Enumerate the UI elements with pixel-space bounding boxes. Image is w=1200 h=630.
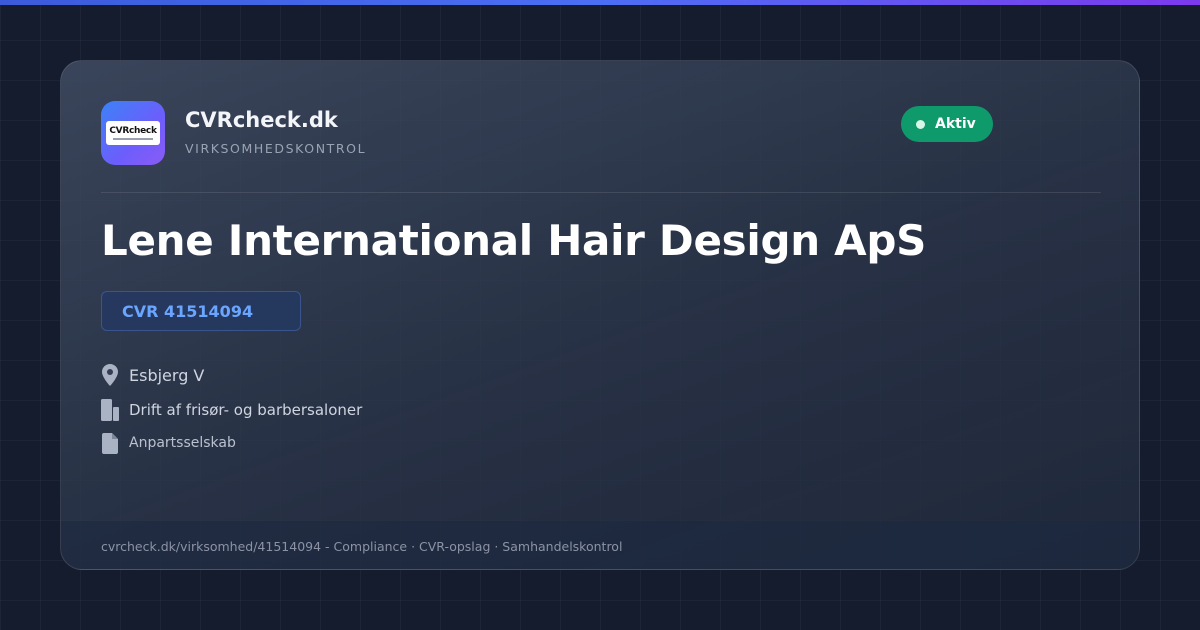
industry-text: Drift af frisør- og barbersaloner — [129, 401, 363, 419]
brand-logo-underline — [113, 138, 153, 140]
company-card: CVRcheck CVRcheck.dk VIRKSOMHEDSKONTROL … — [60, 60, 1140, 570]
status-badge: Aktiv — [901, 106, 993, 142]
industry-row: Drift af frisør- og barbersaloner — [101, 399, 362, 421]
building-icon — [101, 399, 119, 421]
brand-name: CVRcheck.dk — [185, 108, 338, 132]
footer-text: cvrcheck.dk/virksomhed/41514094 - Compli… — [101, 538, 623, 554]
cvr-number: CVR 41514094 — [122, 301, 254, 321]
document-icon — [101, 432, 119, 454]
location-pin-icon — [101, 364, 119, 386]
header-divider — [101, 192, 1101, 193]
location-text: Esbjerg V — [129, 365, 205, 385]
card-footer: cvrcheck.dk/virksomhed/41514094 - Compli… — [61, 521, 1139, 569]
status-label: Aktiv — [935, 116, 976, 132]
location-row: Esbjerg V — [101, 364, 204, 386]
brand-logo: CVRcheck — [101, 101, 165, 165]
company-name: Lene International Hair Design ApS — [101, 216, 927, 265]
status-dot-icon — [916, 119, 925, 129]
brand-logo-plate: CVRcheck — [106, 121, 160, 145]
brand-logo-text: CVRcheck — [109, 126, 157, 136]
company-type-text: Anpartsselskab — [129, 435, 236, 451]
brand-subtitle: VIRKSOMHEDSKONTROL — [185, 141, 367, 156]
cvr-number-box: CVR 41514094 — [101, 291, 301, 331]
top-accent-bar — [0, 0, 1200, 5]
company-type-row: Anpartsselskab — [101, 432, 236, 454]
